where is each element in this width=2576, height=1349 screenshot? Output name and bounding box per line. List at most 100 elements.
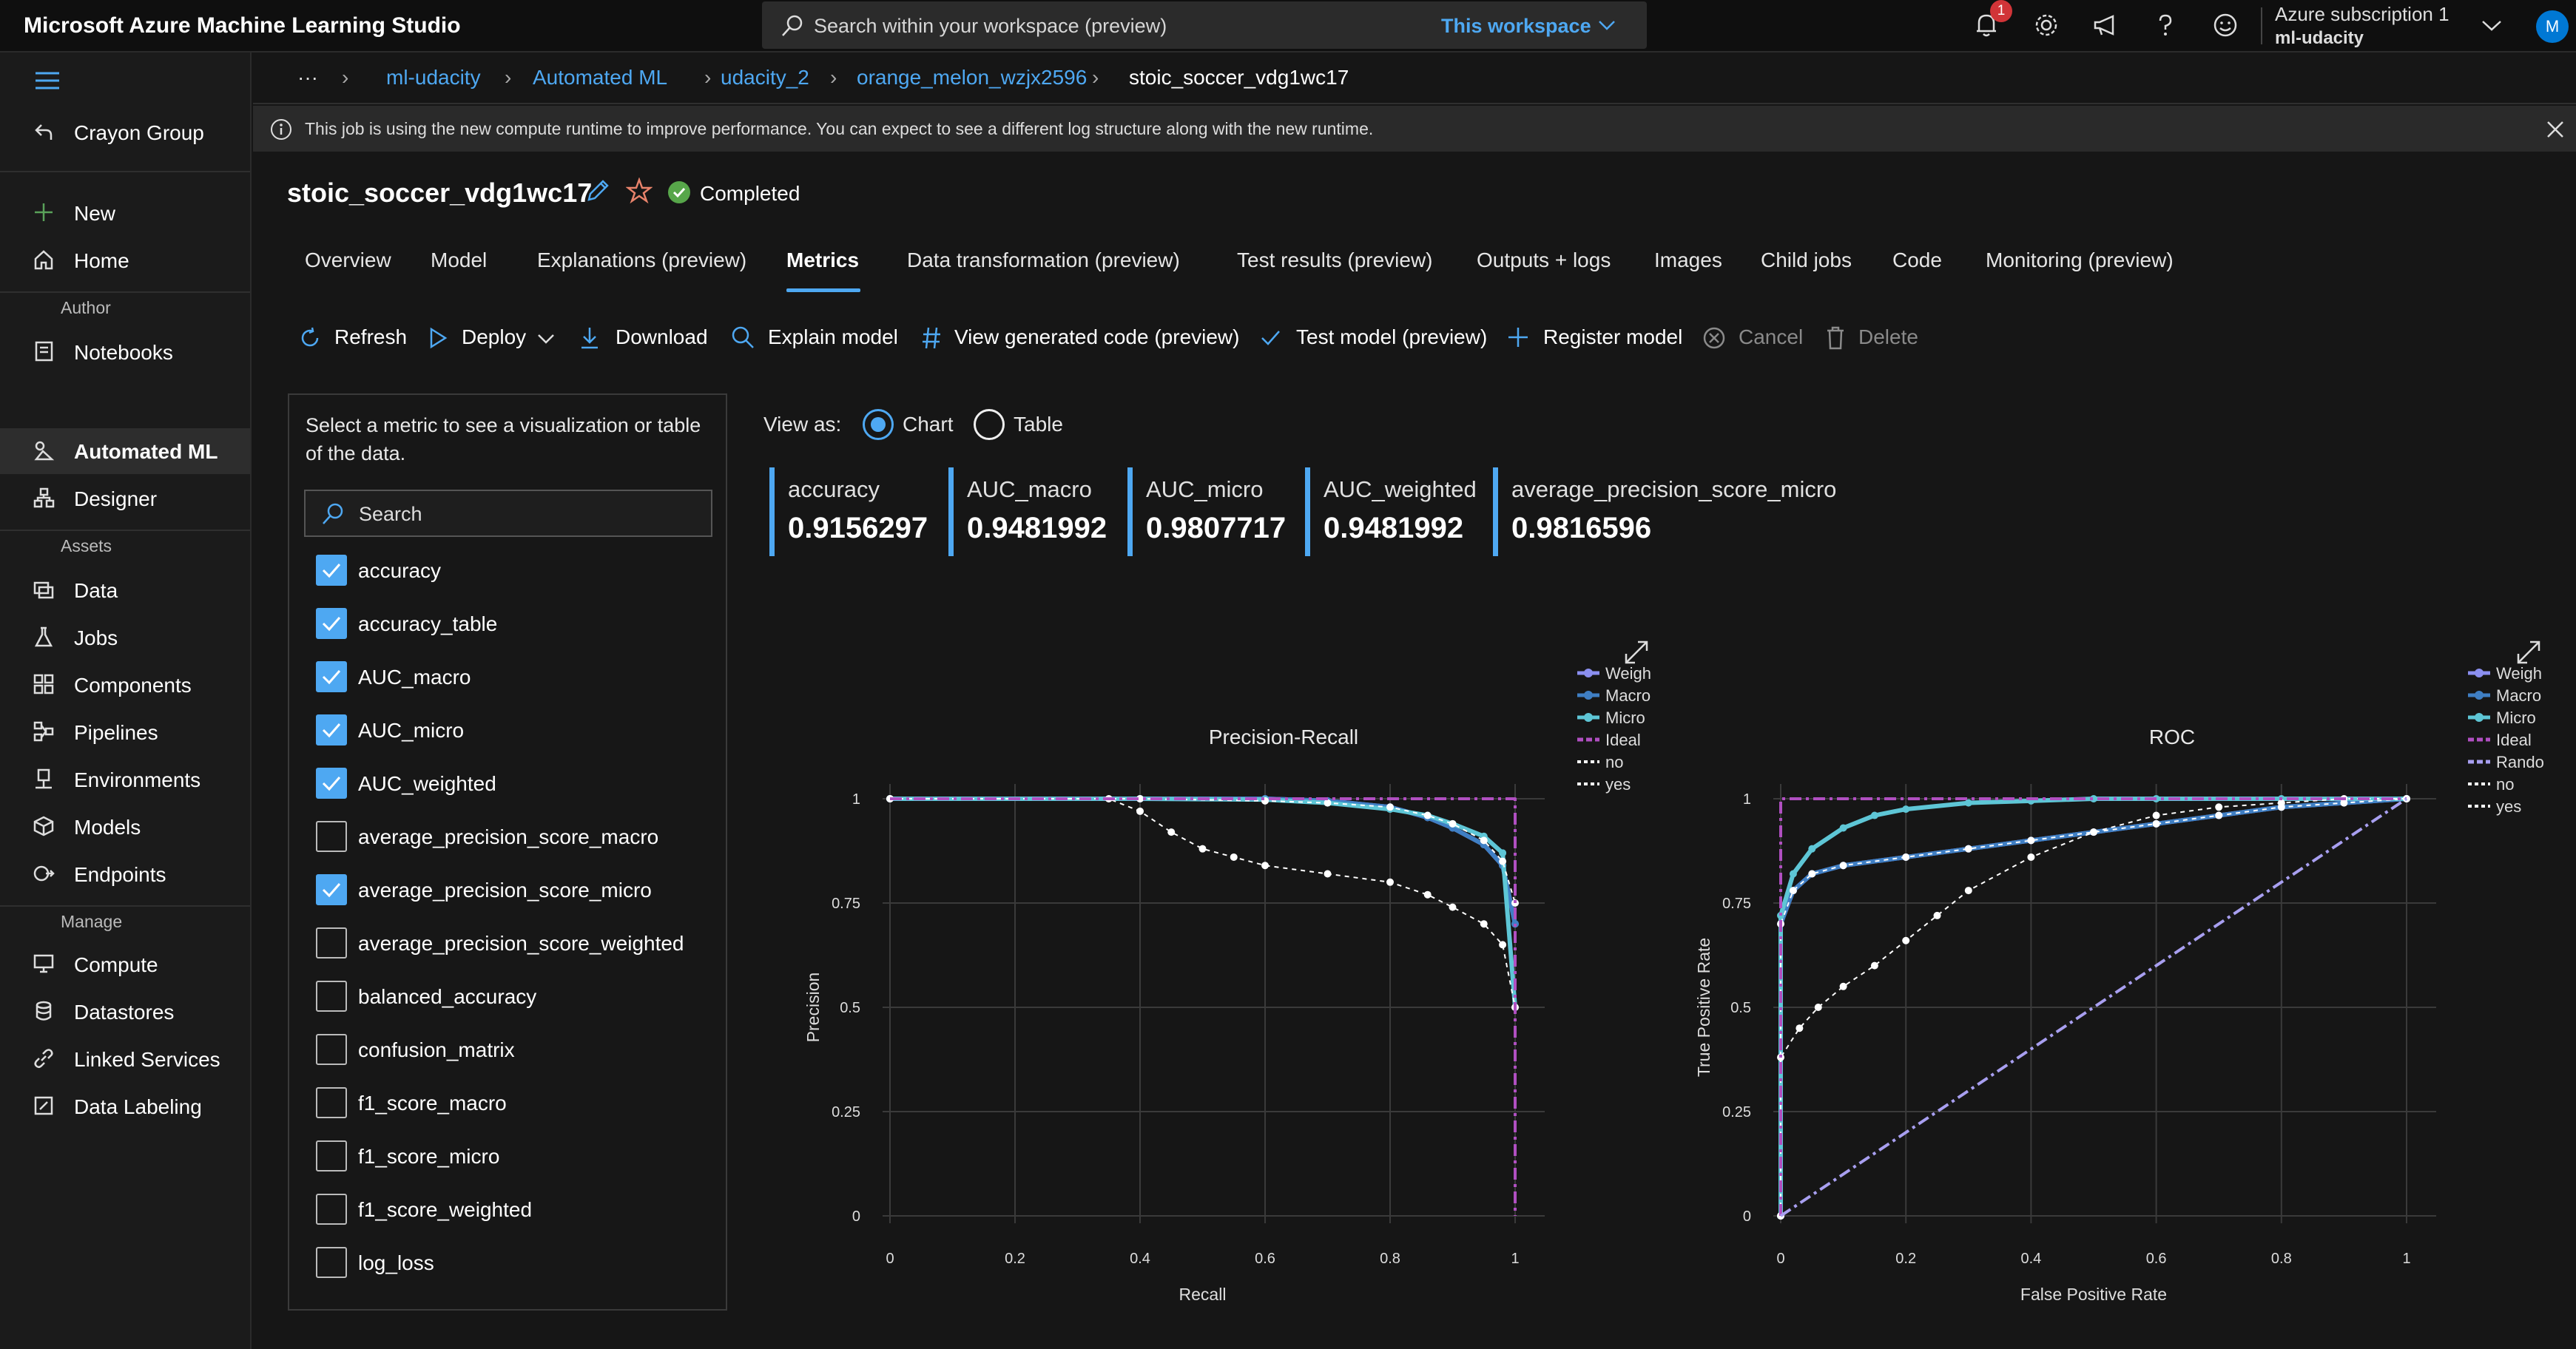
chart-radio[interactable]	[863, 409, 894, 440]
avatar[interactable]: M	[2536, 10, 2569, 43]
metric-checkbox-label[interactable]: AUC_macro	[358, 666, 471, 689]
tab-test-results[interactable]: Test results (preview)	[1237, 248, 1433, 272]
sidebar-item-endpoints[interactable]: Endpoints	[0, 851, 250, 897]
gear-icon[interactable]	[2032, 10, 2061, 40]
breadcrumb-item[interactable]: udacity_2	[721, 66, 809, 89]
legend-label[interactable]: Macro	[1605, 686, 1651, 705]
breadcrumb-separator: ›	[830, 66, 837, 89]
star-icon[interactable]	[626, 178, 653, 204]
chevron-down-icon[interactable]	[2481, 19, 2502, 33]
tab-metrics[interactable]: Metrics	[786, 248, 859, 272]
workspace-name[interactable]: ml-udacity	[2275, 28, 2364, 49]
metric-checkbox[interactable]	[316, 1087, 347, 1118]
close-icon[interactable]	[2546, 121, 2564, 138]
chevron-down-icon[interactable]	[1598, 19, 1616, 31]
metric-checkbox-label[interactable]: average_precision_score_micro	[358, 879, 652, 902]
sidebar-item-linked-services[interactable]: Linked Services	[0, 1036, 250, 1082]
sidebar-item-designer[interactable]: Designer	[0, 476, 250, 521]
breadcrumb-item[interactable]: Automated ML	[533, 66, 667, 89]
help-icon[interactable]	[2151, 10, 2180, 40]
metric-checkbox-label[interactable]: f1_score_weighted	[358, 1198, 532, 1222]
tab-overview[interactable]: Overview	[305, 248, 391, 272]
org-switcher[interactable]: Crayon Group	[0, 109, 250, 155]
metrics-search-input[interactable]: Search	[304, 490, 712, 537]
metric-checkbox-label[interactable]: confusion_matrix	[358, 1038, 515, 1062]
table-radio[interactable]	[974, 409, 1005, 440]
sidebar-item-compute[interactable]: Compute	[0, 941, 250, 987]
subscription-name[interactable]: Azure subscription 1	[2275, 3, 2449, 26]
tab-data-transformation[interactable]: Data transformation (preview)	[907, 248, 1180, 272]
legend-label[interactable]: Ideal	[1605, 731, 1641, 749]
metric-checkbox-label[interactable]: average_precision_score_macro	[358, 825, 658, 849]
legend-label[interactable]: Weigh	[1605, 664, 1651, 683]
sidebar-item-notebooks[interactable]: Notebooks	[0, 329, 250, 375]
sidebar-item-datastores[interactable]: Datastores	[0, 989, 250, 1035]
metric-checkbox[interactable]	[316, 1140, 347, 1172]
metric-checkbox-label[interactable]: accuracy_table	[358, 612, 497, 636]
download-icon	[581, 328, 598, 349]
metric-checkbox[interactable]	[316, 874, 347, 905]
breadcrumb-item[interactable]: orange_melon_wzjx2596	[857, 66, 1087, 89]
sidebar-item-jobs[interactable]: Jobs	[0, 615, 250, 660]
table-radio-label[interactable]: Table	[1014, 413, 1063, 436]
metric-checkbox[interactable]	[316, 555, 347, 586]
tab-model[interactable]: Model	[431, 248, 487, 272]
sidebar-item-models[interactable]: Models	[0, 804, 250, 850]
app-name[interactable]: Microsoft Azure Machine Learning Studio	[24, 13, 461, 38]
tab-child-jobs[interactable]: Child jobs	[1761, 248, 1852, 272]
tab-monitoring[interactable]: Monitoring (preview)	[1986, 248, 2174, 272]
metric-checkbox[interactable]	[316, 927, 347, 958]
workspace-scope[interactable]: This workspace	[1441, 15, 1591, 38]
legend-label[interactable]: Weigh	[2496, 664, 2542, 683]
pencil-icon[interactable]	[584, 178, 611, 204]
plus-icon	[1508, 328, 1528, 347]
tab-images[interactable]: Images	[1654, 248, 1722, 272]
sidebar-item-new[interactable]: New	[0, 190, 250, 236]
tab-code[interactable]: Code	[1892, 248, 1942, 272]
metric-checkbox[interactable]	[316, 714, 347, 746]
metric-checkbox[interactable]	[316, 1247, 347, 1278]
metric-checkbox[interactable]	[316, 661, 347, 692]
legend-label[interactable]: no	[2496, 775, 2514, 794]
sidebar-item-data[interactable]: Data	[0, 567, 250, 613]
sidebar-item-environments[interactable]: Environments	[0, 757, 250, 802]
legend-label[interactable]: Micro	[2496, 709, 2536, 727]
legend-label[interactable]: Rando	[2496, 753, 2544, 771]
tab-explanations[interactable]: Explanations (preview)	[537, 248, 746, 272]
metric-checkbox[interactable]	[316, 1034, 347, 1065]
megaphone-icon[interactable]	[2091, 10, 2120, 40]
breadcrumb-item[interactable]: ml-udacity	[386, 66, 481, 89]
sidebar-item-pipelines[interactable]: Pipelines	[0, 709, 250, 755]
metric-checkbox-label[interactable]: log_loss	[358, 1251, 434, 1275]
metric-checkbox-label[interactable]: AUC_weighted	[358, 772, 496, 796]
metric-checkbox-label[interactable]: f1_score_micro	[358, 1145, 499, 1169]
sidebar-item-components[interactable]: Components	[0, 662, 250, 708]
sidebar-item-data-labeling[interactable]: Data Labeling	[0, 1083, 250, 1129]
metric-checkbox[interactable]	[316, 1194, 347, 1225]
chart-radio-label[interactable]: Chart	[903, 413, 953, 436]
legend-label[interactable]: Micro	[1605, 709, 1645, 727]
metric-checkbox-label[interactable]: balanced_accuracy	[358, 985, 536, 1009]
metric-checkbox[interactable]	[316, 608, 347, 639]
metric-checkbox-label[interactable]: average_precision_score_weighted	[358, 932, 684, 956]
smiley-icon[interactable]	[2211, 10, 2240, 40]
metric-checkbox-label[interactable]: f1_score_macro	[358, 1092, 507, 1115]
hamburger-icon[interactable]	[34, 70, 61, 91]
metric-checkbox-label[interactable]: accuracy	[358, 559, 441, 583]
sidebar-item-label: Home	[74, 249, 129, 272]
legend-label[interactable]: Macro	[2496, 686, 2541, 705]
legend-label[interactable]: yes	[1605, 775, 1631, 794]
sidebar-item-home[interactable]: Home	[0, 237, 250, 283]
breadcrumb-more[interactable]: ···	[297, 66, 318, 89]
sidebar-item-automated-ml[interactable]: Automated ML	[0, 428, 250, 474]
search-box[interactable]: Search within your workspace (preview) T…	[762, 1, 1647, 49]
breadcrumb-separator: ›	[1092, 66, 1099, 89]
metric-checkbox-label[interactable]: AUC_micro	[358, 719, 464, 743]
metric-checkbox[interactable]	[316, 768, 347, 799]
legend-label[interactable]: no	[1605, 753, 1623, 771]
legend-label[interactable]: yes	[2496, 797, 2521, 816]
legend-label[interactable]: Ideal	[2496, 731, 2532, 749]
tab-outputs-logs[interactable]: Outputs + logs	[1477, 248, 1611, 272]
metric-checkbox[interactable]	[316, 821, 347, 852]
metric-checkbox[interactable]	[316, 981, 347, 1012]
